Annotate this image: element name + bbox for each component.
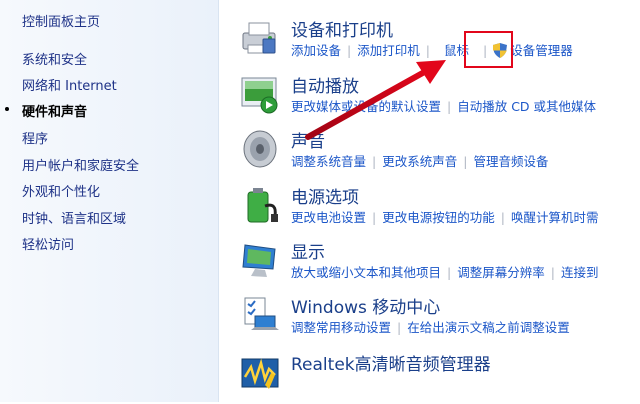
manage-audio-devices-link[interactable]: 管理音频设备 bbox=[473, 154, 548, 169]
power-options-links: 更改电池设置 | 更改电源按钮的功能 | 唤醒计算机时需 bbox=[291, 207, 598, 226]
sidebar-item-user-accounts[interactable]: 用户帐户和家庭安全 bbox=[22, 155, 139, 174]
sound-links: 调整系统音量 | 更改系统声音 | 管理音频设备 bbox=[291, 151, 548, 170]
mobility-center-icon[interactable] bbox=[239, 294, 281, 336]
link-separator: | bbox=[550, 265, 555, 280]
category-mobility-center: Windows 移动中心 调整常用移动设置 | 在给出演示文稿之前调整设置 bbox=[219, 293, 640, 347]
sound-title[interactable]: 声音 bbox=[291, 127, 325, 152]
realtek-audio-icon[interactable] bbox=[239, 351, 281, 393]
adjust-mobility-settings-link[interactable]: 调整常用移动设置 bbox=[291, 320, 391, 335]
link-separator: | bbox=[447, 265, 452, 280]
display-title[interactable]: 显示 bbox=[291, 238, 325, 263]
devices-printers-links: 添加设备 | 添加打印机 | 鼠标 | 设备管理器 bbox=[291, 40, 573, 59]
add-device-link[interactable]: 添加设备 bbox=[291, 43, 341, 58]
connect-projector-link[interactable]: 连接到 bbox=[561, 265, 599, 280]
category-power-options: 电源选项 更改电池设置 | 更改电源按钮的功能 | 唤醒计算机时需 bbox=[219, 183, 640, 237]
sidebar-item-clock-language-region[interactable]: 时钟、语言和区域 bbox=[22, 208, 126, 227]
sidebar-item-hardware-sound[interactable]: 硬件和声音 bbox=[22, 101, 87, 120]
sidebar-item-system-security[interactable]: 系统和安全 bbox=[22, 49, 87, 68]
category-panel: 设备和打印机 添加设备 | 添加打印机 | 鼠标 | 设备管理器 自动播放 更改媒体或设备的… bbox=[219, 0, 640, 402]
left-navigation-pane: 控制面板主页 系统和安全 网络和 Internet 硬件和声音 程序 用户帐户和… bbox=[0, 0, 219, 402]
display-links: 放大或缩小文本和其他项目 | 调整屏幕分辨率 | 连接到 bbox=[291, 262, 598, 281]
link-separator: | bbox=[347, 43, 352, 58]
sidebar-item-appearance[interactable]: 外观和个性化 bbox=[22, 181, 100, 200]
display-icon[interactable] bbox=[239, 239, 281, 281]
change-system-sounds-link[interactable]: 更改系统声音 bbox=[382, 154, 457, 169]
sidebar-item-control-panel-home[interactable]: 控制面板主页 bbox=[22, 11, 100, 30]
wake-computer-link[interactable]: 唤醒计算机时需 bbox=[511, 210, 599, 225]
link-separator: | bbox=[372, 154, 377, 169]
mobility-center-title[interactable]: Windows 移动中心 bbox=[291, 293, 440, 318]
category-display: 显示 放大或缩小文本和其他项目 | 调整屏幕分辨率 | 连接到 bbox=[219, 238, 640, 292]
active-item-bullet bbox=[5, 107, 9, 111]
devices-printers-title[interactable]: 设备和打印机 bbox=[291, 16, 393, 41]
printer-icon[interactable] bbox=[239, 17, 281, 59]
autoplay-icon[interactable] bbox=[239, 73, 281, 115]
link-separator: | bbox=[447, 99, 452, 114]
mobility-center-links: 调整常用移动设置 | 在给出演示文稿之前调整设置 bbox=[291, 317, 570, 336]
text-size-link[interactable]: 放大或缩小文本和其他项目 bbox=[291, 265, 441, 280]
sidebar-item-programs[interactable]: 程序 bbox=[22, 128, 48, 147]
change-power-button-link[interactable]: 更改电源按钮的功能 bbox=[382, 210, 495, 225]
realtek-audio-title[interactable]: Realtek高清晰音频管理器 bbox=[291, 350, 491, 375]
add-printer-link[interactable]: 添加打印机 bbox=[357, 43, 420, 58]
presentation-settings-link[interactable]: 在给出演示文稿之前调整设置 bbox=[407, 320, 570, 335]
change-battery-settings-link[interactable]: 更改电池设置 bbox=[291, 210, 366, 225]
device-manager-link[interactable]: 设备管理器 bbox=[510, 43, 573, 58]
autoplay-title[interactable]: 自动播放 bbox=[291, 72, 359, 97]
category-realtek-audio: Realtek高清晰音频管理器 bbox=[219, 350, 640, 404]
speaker-icon[interactable] bbox=[239, 128, 281, 170]
category-devices-printers: 设备和打印机 添加设备 | 添加打印机 | 鼠标 | 设备管理器 bbox=[219, 16, 640, 70]
link-separator: | bbox=[463, 154, 468, 169]
link-separator: | bbox=[397, 320, 402, 335]
sidebar-item-ease-of-access[interactable]: 轻松访问 bbox=[22, 234, 74, 253]
power-options-title[interactable]: 电源选项 bbox=[291, 183, 359, 208]
link-separator: | bbox=[500, 210, 505, 225]
battery-icon[interactable] bbox=[239, 184, 281, 226]
screen-resolution-link[interactable]: 调整屏幕分辨率 bbox=[457, 265, 545, 280]
change-media-defaults-link[interactable]: 更改媒体或设备的默认设置 bbox=[291, 99, 441, 114]
link-separator: | bbox=[372, 210, 377, 225]
sidebar-item-network-internet[interactable]: 网络和 Internet bbox=[22, 75, 117, 94]
link-separator: | bbox=[425, 43, 430, 58]
category-sound: 声音 调整系统音量 | 更改系统声音 | 管理音频设备 bbox=[219, 127, 640, 181]
autoplay-cd-link[interactable]: 自动播放 CD 或其他媒体 bbox=[457, 99, 596, 114]
autoplay-links: 更改媒体或设备的默认设置 | 自动播放 CD 或其他媒体 bbox=[291, 96, 596, 115]
mouse-link-highlight-box bbox=[464, 31, 513, 68]
adjust-volume-link[interactable]: 调整系统音量 bbox=[291, 154, 366, 169]
category-autoplay: 自动播放 更改媒体或设备的默认设置 | 自动播放 CD 或其他媒体 bbox=[219, 72, 640, 126]
